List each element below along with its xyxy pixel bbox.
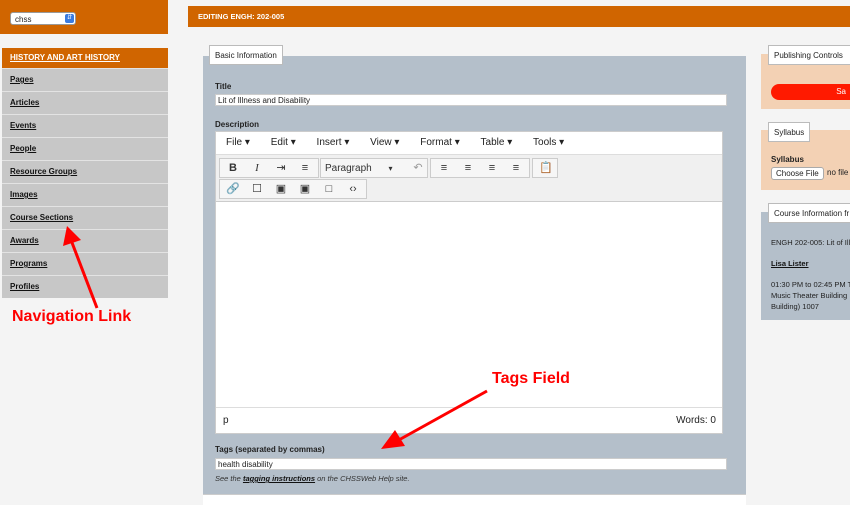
course-time-text: 01:30 PM to 02:45 PM T [771,280,850,289]
paste-icon[interactable]: 📋 [535,159,557,179]
page-title: EDITING ENGH: 202-005 [188,6,850,27]
format-select[interactable]: Paragraph ▾ [325,159,405,179]
bullet-list-icon[interactable]: ≡ [294,159,316,179]
tab-basic-information[interactable]: Basic Information [209,45,283,65]
toolbar-group-insert: 🔗 ☐ ▣ ▣ □ ‹› [219,179,367,199]
bookmark-icon[interactable]: ☐ [246,180,268,200]
annotation-arrow-navigation [63,226,99,309]
italic-icon[interactable]: I [246,159,268,179]
no-file-text: no file [827,168,849,177]
course-room-text: Building) 1007 [771,302,819,311]
menu-tools[interactable]: Tools ▾ [533,137,564,148]
menu-insert[interactable]: Insert ▾ [317,137,350,148]
bold-icon[interactable]: B [222,159,244,179]
instructor-link[interactable]: Lisa Lister [771,259,809,268]
nav-link[interactable]: Awards [10,236,39,245]
next-section-header [203,494,746,505]
nav-link[interactable]: Images [10,190,38,199]
indent-icon[interactable]: ⇥ [270,159,292,179]
nav-link[interactable]: Pages [10,75,34,84]
align-left-icon[interactable]: ≡ [433,159,455,179]
tags-input[interactable]: health disability [215,458,727,470]
nav-item-images[interactable]: Images [2,183,168,206]
align-justify-icon[interactable]: ≡ [505,159,527,179]
menu-edit[interactable]: Edit ▾ [271,137,296,148]
tab-course-information[interactable]: Course Information fr [768,203,850,223]
description-label: Description [215,120,260,129]
editor-menubar: File ▾ Edit ▾ Insert ▾ View ▾ Format ▾ T… [216,132,722,154]
toolbar-group-text: B I ⇥ ≡ [219,158,319,178]
image-icon[interactable]: ▣ [270,180,292,200]
nav-item-people[interactable]: People [2,137,168,160]
media-icon[interactable]: ▣ [294,180,316,200]
toolbar-group-format: Paragraph ▾ ↶ [320,158,428,178]
toolbar-group-paste: 📋 [532,158,558,178]
link-icon[interactable]: 🔗 [222,180,244,200]
nav-link[interactable]: Events [10,121,36,130]
tab-syllabus[interactable]: Syllabus [768,122,811,142]
nav-link[interactable]: Programs [10,259,47,268]
chevron-updown-icon: ⇵ [65,14,74,23]
site-select[interactable]: chss ⇵ [10,12,76,25]
tab-publishing-controls[interactable]: Publishing Controls [768,45,850,65]
nav-heading: HISTORY AND ART HISTORY [2,48,168,68]
nav-heading-link[interactable]: HISTORY AND ART HISTORY [10,53,120,62]
title-input[interactable]: Lit of Illness and Disability [215,94,727,106]
tags-help-text: See the tagging instructions on the CHSS… [215,474,410,483]
editor-toolbar: B I ⇥ ≡ Paragraph ▾ ↶ ≡ ≡ ≡ ≡ 📋 🔗 ☐ ▣ ▣ … [216,154,722,202]
nav-item-events[interactable]: Events [2,114,168,137]
nav-link[interactable]: Resource Groups [10,167,77,176]
align-right-icon[interactable]: ≡ [481,159,503,179]
nav-item-resource-groups[interactable]: Resource Groups [2,160,168,183]
course-title-text: ENGH 202-005: Lit of Ill [771,238,850,247]
word-count: Words: 0 [676,415,716,426]
undo-icon[interactable]: ↶ [407,159,429,179]
nav-link[interactable]: Profiles [10,282,39,291]
course-location-text: Music Theater Building [771,291,848,300]
nav-item-articles[interactable]: Articles [2,91,168,114]
tags-label: Tags (separated by commas) [215,445,325,454]
nav-item-pages[interactable]: Pages [2,68,168,91]
align-center-icon[interactable]: ≡ [457,159,479,179]
annotation-tags-field: Tags Field [492,370,570,387]
document-icon[interactable]: □ [318,180,340,200]
element-path: p [223,415,229,426]
choose-file-button[interactable]: Choose File [771,167,824,180]
menu-view[interactable]: View ▾ [370,137,399,148]
annotation-navigation-link: Navigation Link [12,308,132,325]
site-select-value: chss [15,15,32,24]
syllabus-label: Syllabus [771,155,804,164]
title-label: Title [215,82,232,91]
nav-link[interactable]: Articles [10,98,39,107]
menu-format[interactable]: Format ▾ [420,137,459,148]
save-button[interactable]: Sa [771,84,850,100]
tagging-instructions-link[interactable]: tagging instructions [243,474,315,483]
menu-table[interactable]: Table ▾ [481,137,513,148]
nav-link[interactable]: Course Sections [10,213,73,222]
toolbar-group-align: ≡ ≡ ≡ ≡ [430,158,530,178]
nav-link[interactable]: People [10,144,36,153]
menu-file[interactable]: File ▾ [226,137,250,148]
annotation-arrow-tags [381,389,488,449]
code-icon[interactable]: ‹› [342,180,364,200]
